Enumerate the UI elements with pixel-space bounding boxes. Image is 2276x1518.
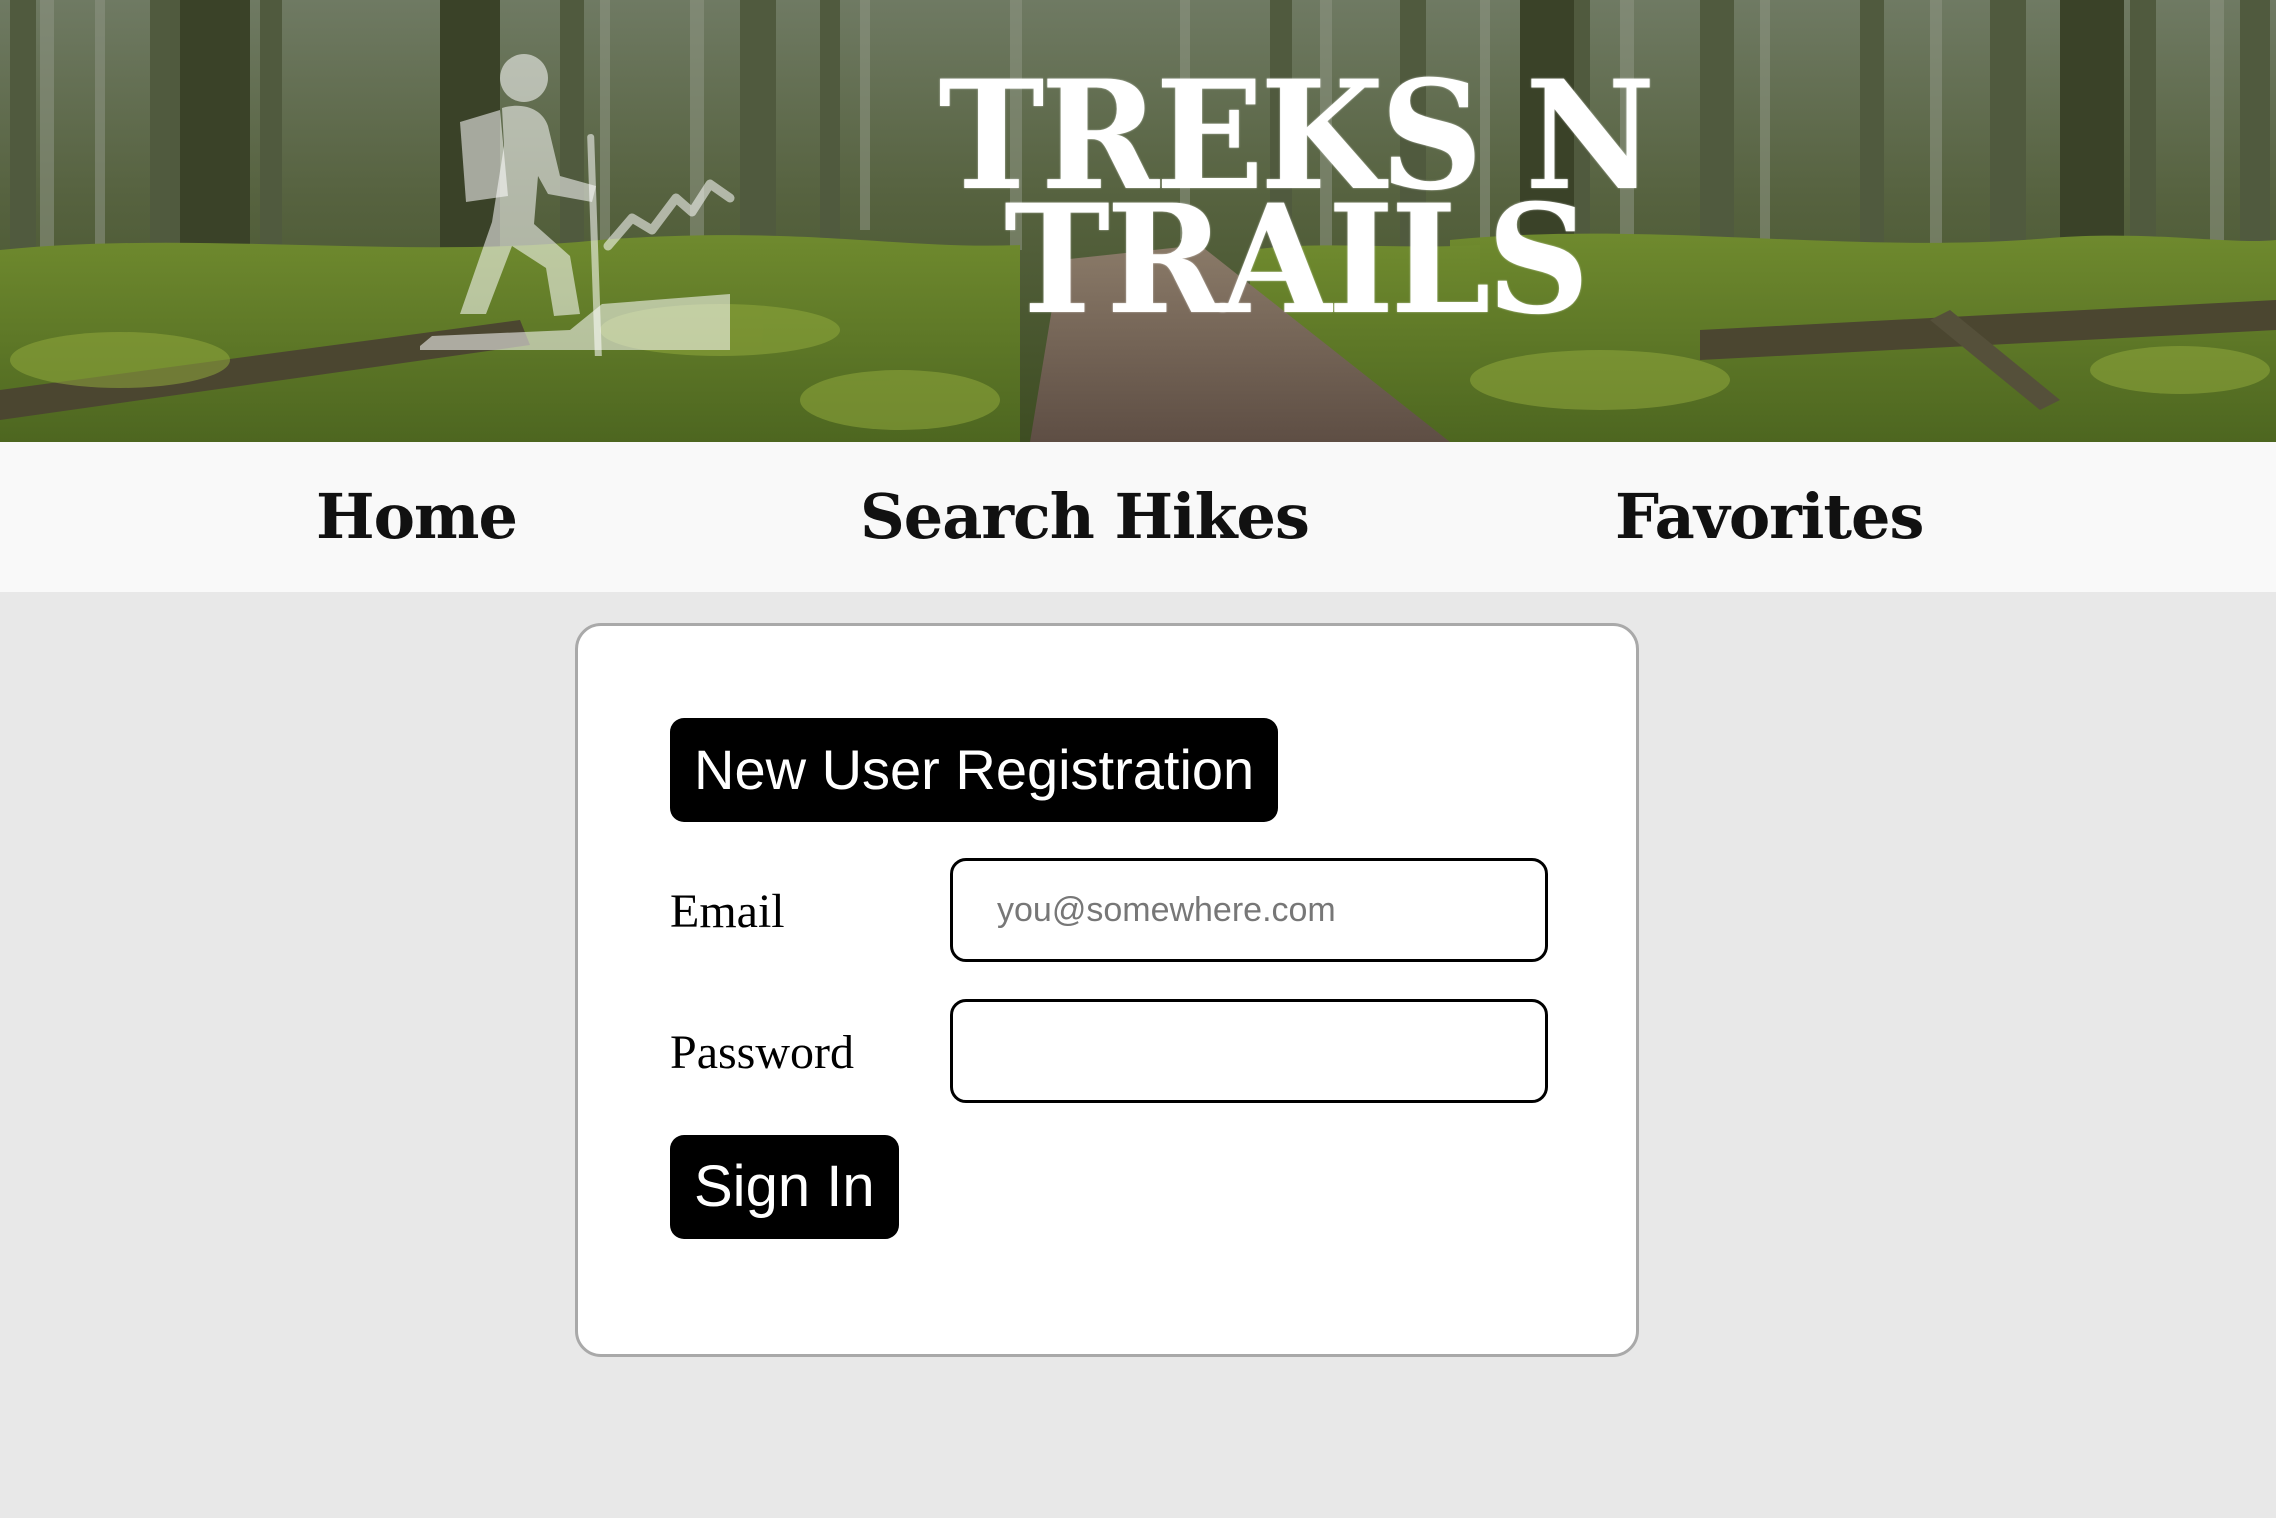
nav-item-home[interactable]: Home bbox=[316, 442, 518, 592]
main-nav: Home Search Hikes Favorites bbox=[0, 442, 2276, 592]
site-title-line2: TRAILS bbox=[1004, 172, 1590, 348]
password-label: Password bbox=[670, 1026, 855, 1079]
email-field[interactable] bbox=[950, 858, 1548, 962]
site-title: TREKS N TRAILS bbox=[901, 61, 1690, 335]
nav-item-search-hikes[interactable]: Search Hikes bbox=[860, 442, 1310, 592]
site-header: TREKS N TRAILS bbox=[0, 0, 2276, 442]
hiker-mountain-icon bbox=[420, 54, 735, 356]
login-card: New User Registration Email Password Sig… bbox=[575, 623, 1639, 1357]
new-user-registration-button[interactable]: New User Registration bbox=[670, 718, 1279, 822]
sign-in-button[interactable]: Sign In bbox=[670, 1135, 899, 1239]
password-field[interactable] bbox=[950, 999, 1548, 1103]
nav-item-favorites[interactable]: Favorites bbox=[1615, 442, 1924, 592]
email-label: Email bbox=[670, 885, 785, 938]
